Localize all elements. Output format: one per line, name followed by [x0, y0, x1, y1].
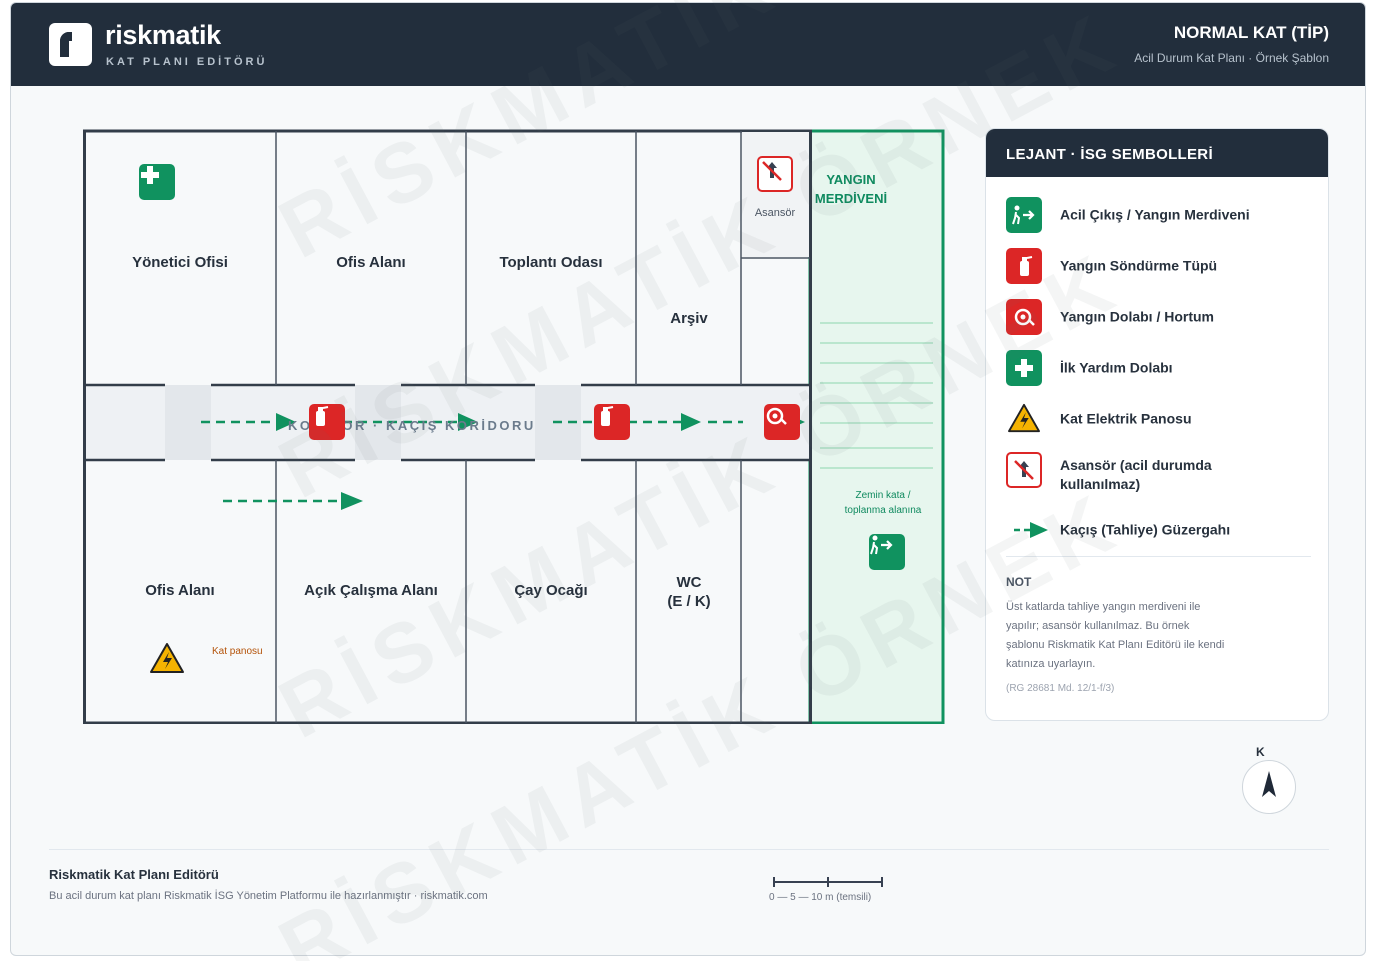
legend-header: LEJANT · İSG SEMBOLLERİ	[986, 129, 1328, 177]
legend-label: Acil Çıkış / Yangın Merdiveni	[1060, 206, 1250, 223]
room-label-wc: WC (E / K)	[667, 573, 710, 611]
plan-sheet: riskmatik KAT PLANI EDİTÖRÜ NORMAL KAT (…	[10, 2, 1366, 956]
legend-panel: LEJANT · İSG SEMBOLLERİ Acil Çıkış / Yan…	[985, 128, 1329, 721]
legend-note-text: Üst katlarda tahliye yangın merdiveni il…	[1006, 601, 1225, 670]
room-label-elevator: Asansör	[754, 207, 796, 219]
electric-hazard-icon	[149, 642, 185, 674]
legend-label: Yangın Söndürme Tüpü	[1060, 257, 1218, 274]
fire-stair-title: YANGIN MERDİVENİ	[796, 170, 906, 208]
legend-label: İlk Yardım Dolabı	[1060, 359, 1173, 376]
fire-extinguisher-icon	[594, 404, 630, 440]
scale-bar	[773, 875, 885, 889]
legend-item-escape-route: Kaçış (Tahliye) Güzergahı	[1006, 510, 1316, 550]
fire-extinguisher-icon	[1006, 248, 1042, 284]
wc-label-line2: (E / K)	[667, 593, 711, 610]
fire-hose-icon	[1006, 299, 1042, 335]
room-label-archive: Arşiv	[670, 310, 708, 327]
fire-hose-icon	[764, 404, 800, 440]
no-elevator-icon	[757, 156, 793, 192]
fire-extinguisher-icon	[309, 404, 345, 440]
floor-plan: KORİDOR · KAÇIŞ KORİDORU Yönetici Ofisi …	[83, 128, 945, 724]
footer-title: Riskmatik Kat Planı Editörü	[49, 867, 219, 882]
escape-route-arrow-icon	[1014, 522, 1050, 538]
legend-note-title: NOT	[1006, 575, 1032, 589]
brand-name: riskmatik	[105, 20, 221, 50]
escape-arrowhead	[341, 492, 363, 510]
fire-stair-title-line1: YANGIN	[826, 172, 876, 187]
room-label-tea-room: Çay Ocağı	[514, 582, 588, 599]
legend-title: LEJANT · İSG SEMBOLLERİ	[1006, 146, 1213, 163]
fire-stair-zone	[808, 129, 945, 724]
wc-label-line1: WC	[676, 574, 702, 591]
fire-stair-note-line1: Zemin kata /	[855, 490, 911, 501]
legend-item-fire-hose: Yangın Dolabı / Hortum	[1006, 297, 1316, 337]
legend-label: Kat Elektrik Panosu	[1060, 410, 1192, 427]
page-title: NORMAL KAT (TİP)	[1173, 23, 1329, 42]
legend-item-first-aid: İlk Yardım Dolabı	[1006, 348, 1316, 388]
first-aid-icon	[1006, 350, 1042, 386]
riskmatik-logo-icon	[49, 23, 92, 66]
footer-subtitle: Bu acil durum kat planı Riskmatik İSG Yö…	[49, 890, 488, 902]
footer-divider	[49, 849, 1329, 850]
fire-stair-note: Zemin kata / toplanma alanına	[823, 488, 943, 518]
fire-stair-note-line2: toplanma alanına	[844, 505, 922, 516]
north-arrow-icon	[1242, 760, 1296, 814]
room-label-open-work: Açık Çalışma Alanı	[304, 582, 438, 599]
room-label-meeting-room: Toplantı Odası	[499, 254, 603, 271]
legend-label: Kaçış (Tahliye) Güzergahı	[1060, 521, 1231, 538]
no-elevator-icon	[1006, 452, 1042, 488]
emergency-exit-icon	[869, 534, 905, 570]
first-aid-icon	[139, 164, 175, 200]
legend-label: Yangın Dolabı / Hortum	[1060, 308, 1215, 325]
app-header: riskmatik KAT PLANI EDİTÖRÜ NORMAL KAT (…	[11, 3, 1365, 86]
legend-divider	[1006, 556, 1311, 557]
legend-item-electric-panel: Kat Elektrik Panosu	[1006, 399, 1316, 439]
legend-item-fire-extinguisher: Yangın Söndürme Tüpü	[1006, 246, 1316, 286]
legend-label: Asansör (acil durumda kullanılmaz)	[1060, 457, 1212, 492]
room-label-office-top: Ofis Alanı	[336, 254, 406, 271]
scale-text: 0 — 5 — 10 m (temsili)	[769, 892, 872, 903]
electric-panel-note: Kat panosu	[212, 646, 263, 657]
page-subtitle: Acil Durum Kat Planı · Örnek Şablon	[1134, 51, 1329, 65]
legend-item-elevator: Asansör (acil durumda kullanılmaz)	[1006, 452, 1316, 498]
emergency-exit-icon	[1006, 197, 1042, 233]
brand-subtitle: KAT PLANI EDİTÖRÜ	[106, 56, 268, 68]
compass-north-label: K	[1256, 745, 1265, 759]
fire-stair-title-line2: MERDİVENİ	[814, 191, 888, 206]
room-label-office-bottom: Ofis Alanı	[145, 582, 215, 599]
room-label-manager-office: Yönetici Ofisi	[132, 254, 228, 271]
legend-item-emergency-exit: Acil Çıkış / Yangın Merdiveni	[1006, 195, 1316, 235]
electric-hazard-icon	[1007, 403, 1041, 433]
legend-note-reference: (RG 28681 Md. 12/1-f/3)	[1006, 683, 1115, 694]
